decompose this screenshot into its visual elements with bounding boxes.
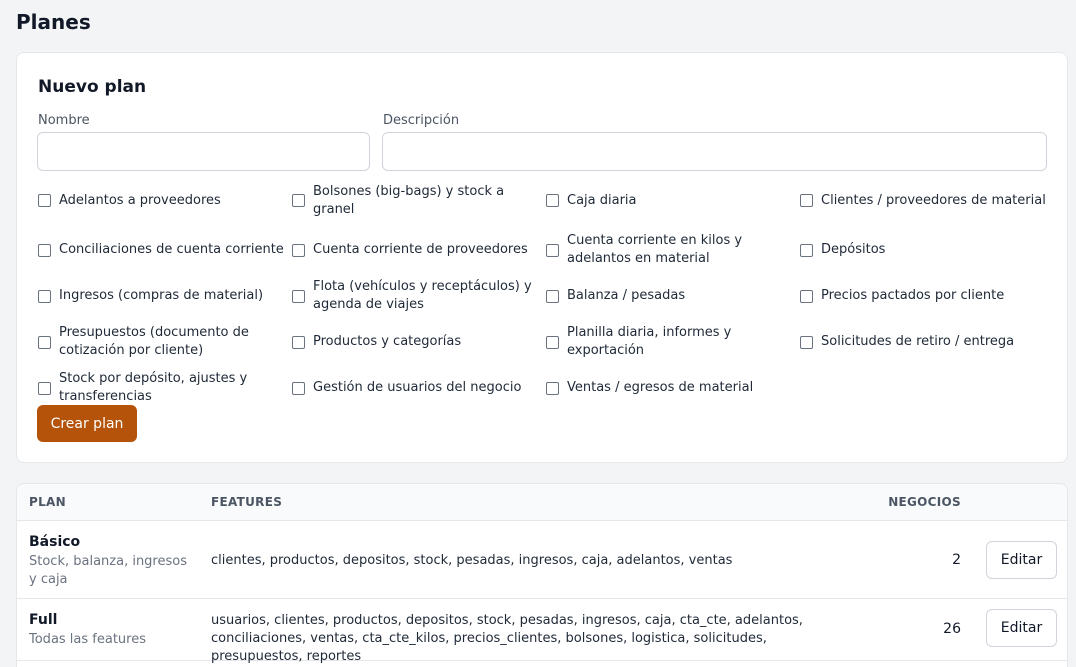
- feature-checkbox[interactable]: Balanza / pesadas: [546, 273, 800, 319]
- name-label: Nombre: [38, 113, 90, 128]
- checkbox[interactable]: [38, 335, 51, 349]
- table-row: Full Todas las features usuarios, client…: [17, 599, 1067, 664]
- checkbox[interactable]: [38, 289, 51, 303]
- new-plan-title: Nuevo plan: [38, 77, 147, 97]
- checkbox[interactable]: [546, 289, 559, 303]
- checkbox[interactable]: [38, 194, 51, 207]
- feature-checkbox[interactable]: Adelantos a proveedores: [38, 174, 292, 227]
- feature-checkbox[interactable]: Bolsones (big-bags) y stock a granel: [292, 174, 546, 227]
- page-title: Planes: [16, 10, 91, 34]
- name-input[interactable]: [37, 132, 370, 171]
- description-input[interactable]: [382, 132, 1047, 171]
- checkbox[interactable]: [546, 335, 559, 349]
- feature-checkbox[interactable]: Presupuestos (documento de cotización po…: [38, 319, 292, 365]
- edit-plan-button[interactable]: Editar: [986, 609, 1057, 647]
- feature-checkbox[interactable]: Cuenta corriente en kilos y adelantos en…: [546, 227, 800, 273]
- feature-checkbox[interactable]: Ingresos (compras de material): [38, 273, 292, 319]
- plan-business-count: 2: [952, 552, 961, 568]
- checkbox[interactable]: [292, 381, 305, 395]
- page: Planes Nuevo plan Nombre Descripción Ade…: [0, 0, 1076, 667]
- column-header-features: FEATURES: [211, 495, 283, 509]
- checkbox[interactable]: [800, 194, 813, 207]
- feature-checkbox[interactable]: Cuenta corriente de proveedores: [292, 227, 546, 273]
- plan-name: Full: [29, 612, 58, 628]
- checkbox[interactable]: [292, 335, 305, 349]
- checkbox[interactable]: [292, 243, 305, 257]
- table-row: Básico Stock, balanza, ingresos y caja c…: [17, 521, 1067, 599]
- feature-checkbox[interactable]: Ventas / egresos de material: [546, 365, 800, 411]
- column-header-plan: PLAN: [29, 495, 66, 509]
- checkbox[interactable]: [38, 243, 51, 257]
- new-plan-card: Nuevo plan Nombre Descripción Adelantos …: [16, 52, 1068, 463]
- checkbox[interactable]: [546, 381, 559, 395]
- feature-checkbox[interactable]: Productos y categorías: [292, 319, 546, 365]
- checkbox[interactable]: [546, 243, 559, 257]
- plan-description: Stock, balanza, ingresos y caja: [29, 554, 187, 587]
- feature-checkbox[interactable]: Clientes / proveedores de material: [800, 174, 1058, 227]
- plan-business-count: 26: [943, 621, 961, 637]
- create-plan-button[interactable]: Crear plan: [37, 405, 137, 442]
- table-header: PLAN FEATURES NEGOCIOS: [17, 484, 1067, 521]
- feature-checkbox[interactable]: Planilla diaria, informes y exportación: [546, 319, 800, 365]
- description-label: Descripción: [383, 113, 460, 128]
- plan-features: clientes, productos, depositos, stock, p…: [211, 553, 733, 568]
- plan-description: Todas las features: [29, 632, 146, 647]
- feature-checkbox[interactable]: Conciliaciones de cuenta corriente: [38, 227, 292, 273]
- checkbox[interactable]: [800, 243, 813, 257]
- feature-checkbox[interactable]: Flota (vehículos y receptáculos) y agend…: [292, 273, 546, 319]
- checkbox[interactable]: [800, 335, 813, 349]
- features-checkbox-grid: Adelantos a proveedores Bolsones (big-ba…: [38, 181, 1058, 411]
- plan-name: Básico: [29, 534, 81, 550]
- plan-features: usuarios, clientes, productos, depositos…: [211, 613, 803, 664]
- column-header-count: NEGOCIOS: [888, 495, 961, 509]
- checkbox[interactable]: [546, 194, 559, 207]
- edit-plan-button[interactable]: Editar: [986, 541, 1057, 579]
- feature-checkbox[interactable]: Depósitos: [800, 227, 1058, 273]
- feature-checkbox[interactable]: Solicitudes de retiro / entrega: [800, 319, 1058, 365]
- plans-table: PLAN FEATURES NEGOCIOS Básico Stock, bal…: [16, 483, 1068, 667]
- checkbox[interactable]: [38, 381, 51, 395]
- checkbox[interactable]: [292, 194, 305, 207]
- checkbox[interactable]: [800, 289, 813, 303]
- feature-checkbox[interactable]: Gestión de usuarios del negocio: [292, 365, 546, 411]
- feature-checkbox[interactable]: Caja diaria: [546, 174, 800, 227]
- feature-checkbox[interactable]: Precios pactados por cliente: [800, 273, 1058, 319]
- checkbox[interactable]: [292, 289, 305, 303]
